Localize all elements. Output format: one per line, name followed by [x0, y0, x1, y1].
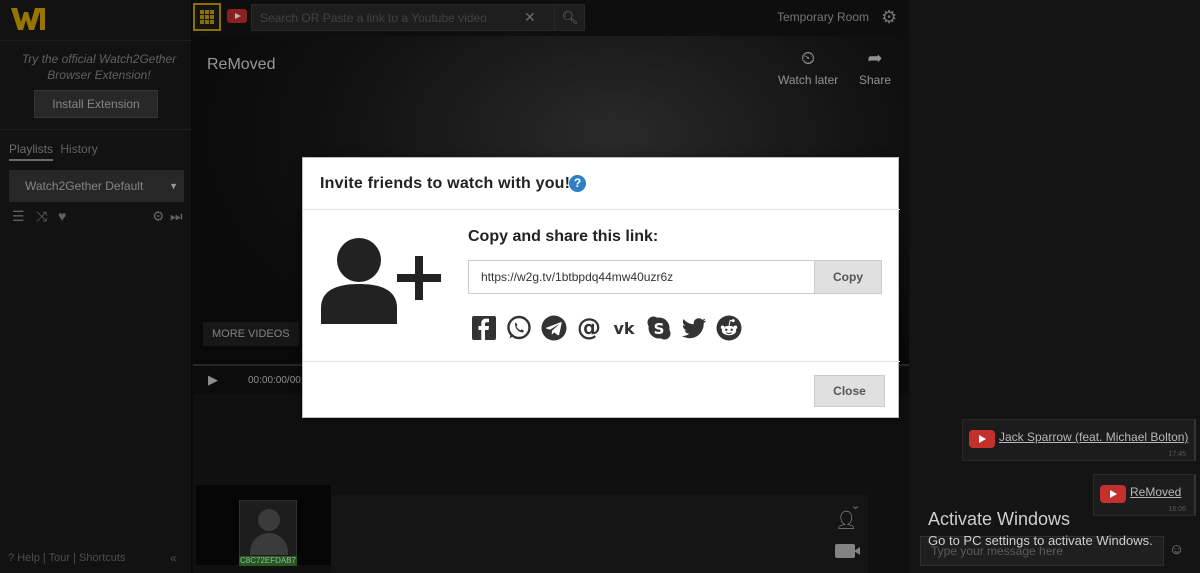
modal-header: Invite friends to watch with you! ? — [303, 158, 900, 210]
chat-message: Jack Sparrow (feat. Michael Bolton) 17:4… — [962, 419, 1196, 461]
close-button[interactable]: Close — [814, 375, 885, 407]
app-root: Try the official Watch2Gether Browser Ex… — [0, 0, 1200, 573]
chat-input[interactable] — [920, 536, 1164, 566]
youtube-icon — [969, 430, 995, 448]
skype-icon[interactable]: S — [646, 315, 672, 341]
youtube-icon — [1100, 485, 1126, 503]
copy-button[interactable]: Copy — [815, 260, 882, 294]
email-at-icon[interactable]: @ — [576, 315, 602, 341]
emoji-icon[interactable]: ☺ — [1169, 541, 1184, 558]
invite-modal: Invite friends to watch with you! ? Copy… — [302, 157, 900, 419]
chat-panel: Jack Sparrow (feat. Michael Bolton) 17:4… — [909, 0, 1200, 573]
telegram-icon[interactable] — [541, 315, 567, 341]
add-user-icon — [321, 238, 441, 324]
invite-link-field[interactable] — [468, 260, 815, 294]
whatsapp-icon[interactable] — [506, 315, 532, 341]
chat-video-link[interactable]: Jack Sparrow (feat. Michael Bolton) — [999, 430, 1188, 444]
svg-text:S: S — [654, 320, 665, 338]
copy-share-label: Copy and share this link: — [468, 228, 659, 245]
help-icon[interactable]: ? — [569, 175, 586, 192]
message-time: 17:45 — [1168, 451, 1186, 458]
svg-text:@: @ — [577, 315, 601, 341]
modal-title: Invite friends to watch with you! — [320, 175, 571, 192]
facebook-icon[interactable] — [471, 315, 497, 341]
reddit-icon[interactable] — [716, 315, 742, 341]
twitter-icon[interactable] — [681, 315, 707, 341]
chat-message: ReMoved 18:06 — [1093, 474, 1196, 516]
svg-text:vk: vk — [613, 319, 634, 338]
vk-icon[interactable]: vk — [611, 315, 637, 341]
modal-footer: Close — [303, 361, 900, 419]
chat-video-link[interactable]: ReMoved — [1130, 485, 1181, 499]
message-time: 18:06 — [1168, 506, 1186, 513]
